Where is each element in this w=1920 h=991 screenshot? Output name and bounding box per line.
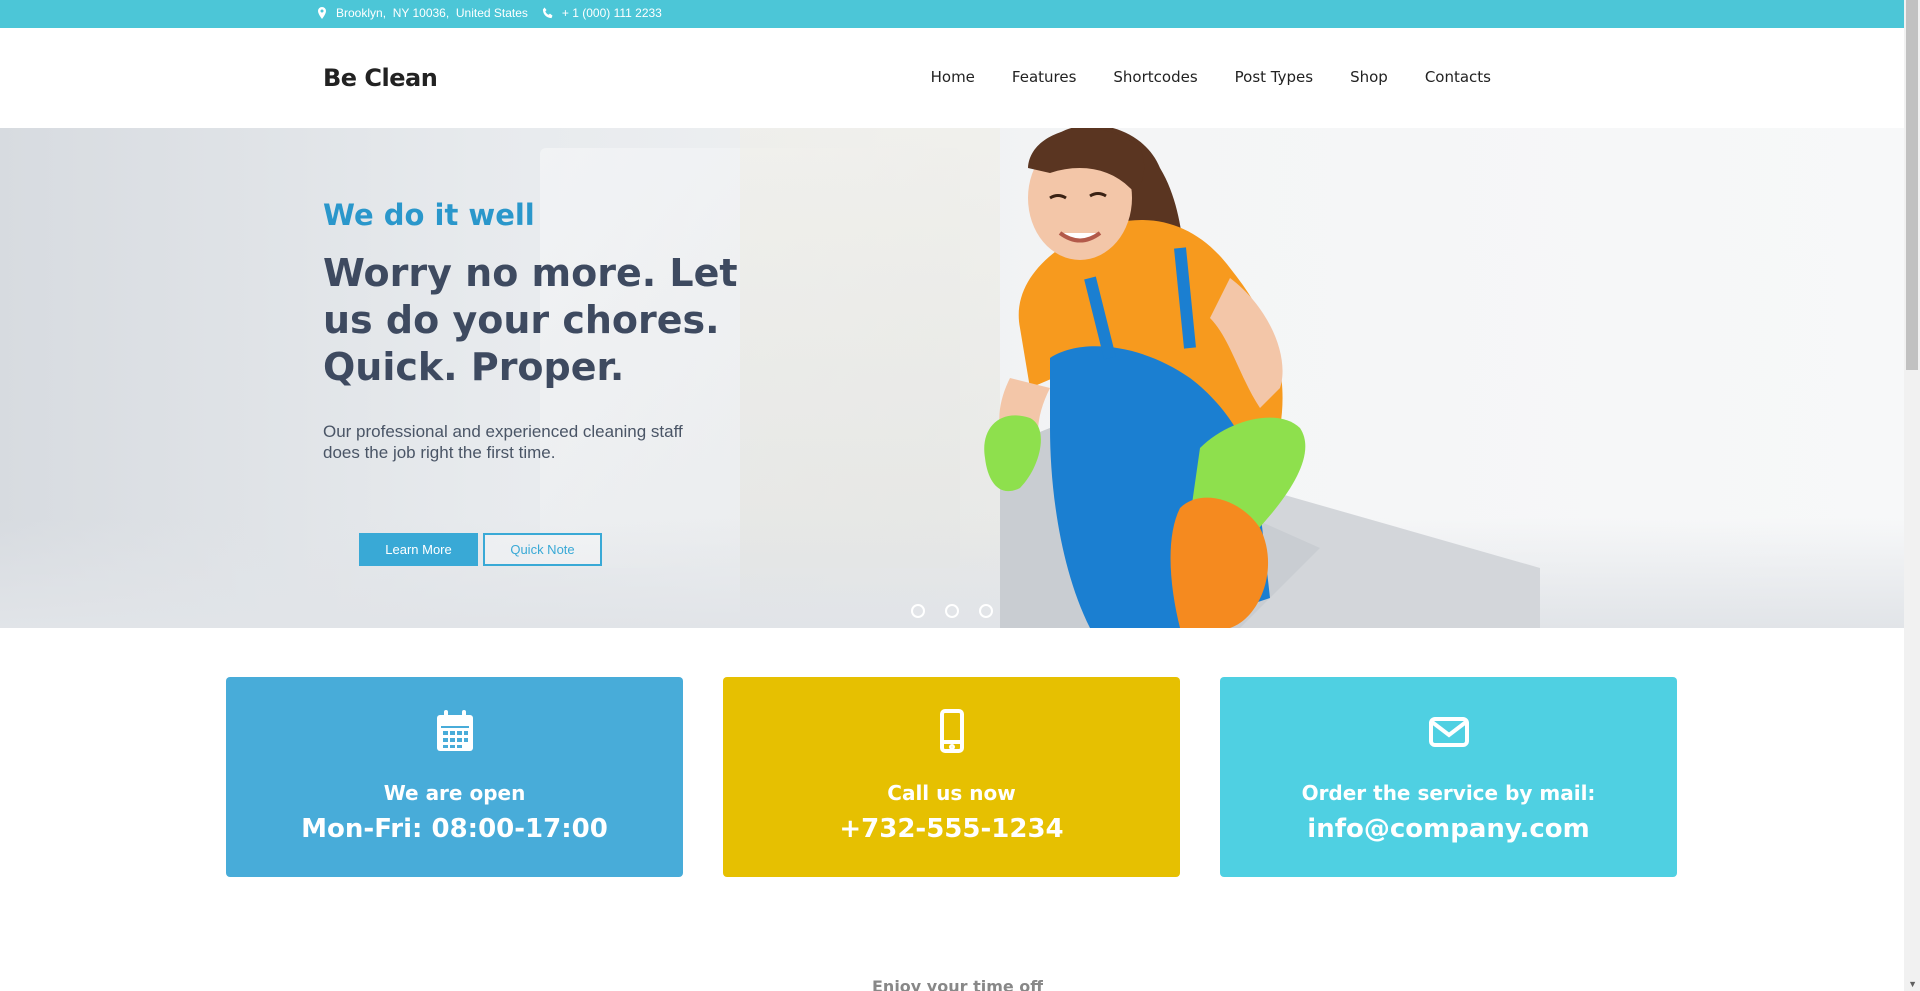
- hero-title: Worry no more. Let us do your chores. Qu…: [323, 251, 738, 389]
- map-pin-icon: [316, 7, 328, 19]
- email-value[interactable]: info@company.com: [1220, 814, 1677, 844]
- slider-dot-2[interactable]: [945, 604, 959, 618]
- nav-shortcodes[interactable]: Shortcodes: [1113, 68, 1197, 86]
- opening-hours-title: We are open: [383, 781, 526, 805]
- hero-description: Our professional and experienced cleanin…: [323, 422, 683, 462]
- nav-contacts[interactable]: Contacts: [1425, 68, 1491, 86]
- learn-more-button[interactable]: Learn More: [359, 533, 478, 566]
- quick-note-button[interactable]: Quick Note: [483, 533, 602, 566]
- main-nav: Home Features Shortcodes Post Types Shop…: [931, 68, 1491, 86]
- phone-text[interactable]: + 1 (000) 111 2233: [562, 6, 662, 20]
- site-logo[interactable]: Be Clean: [323, 64, 438, 92]
- site-header: Be Clean Home Features Shortcodes Post T…: [0, 28, 1904, 128]
- nav-shop[interactable]: Shop: [1350, 68, 1388, 86]
- opening-hours-value: Mon-Fri: 08:00-17:00: [301, 814, 608, 844]
- mobile-phone-icon: [931, 709, 973, 753]
- address-text: Brooklyn, NY 10036, United States: [336, 6, 528, 20]
- info-boxes: We are open Mon-Fri: 08:00-17:00 Call us…: [226, 677, 1677, 877]
- call-us-value[interactable]: +732-555-1234: [723, 814, 1180, 844]
- slider-dots: [911, 604, 993, 618]
- slider-dot-3[interactable]: [979, 604, 993, 618]
- nav-post-types[interactable]: Post Types: [1235, 68, 1313, 86]
- envelope-icon: [1428, 709, 1470, 753]
- cleaning-woman-image: [984, 128, 1540, 628]
- phone-icon: [542, 7, 554, 19]
- page-scrollbar[interactable]: ▼: [1904, 0, 1920, 991]
- email-title: Order the service by mail:: [1301, 781, 1596, 805]
- call-us-box: Call us now +732-555-1234: [723, 677, 1180, 877]
- opening-hours-box: We are open Mon-Fri: 08:00-17:00: [226, 677, 683, 877]
- call-us-title: Call us now: [887, 781, 1016, 805]
- email-box: Order the service by mail: info@company.…: [1220, 677, 1677, 877]
- hero-subtitle: We do it well: [323, 198, 535, 232]
- scroll-down-arrow-icon[interactable]: ▼: [1908, 979, 1917, 989]
- nav-features[interactable]: Features: [1012, 68, 1077, 86]
- top-bar: Brooklyn, NY 10036, United States + 1 (0…: [0, 0, 1904, 28]
- slider-dot-1[interactable]: [911, 604, 925, 618]
- hero-slider: We do it well Worry no more. Let us do y…: [0, 128, 1904, 628]
- calendar-icon: [434, 709, 476, 753]
- scrollbar-thumb[interactable]: [1906, 0, 1918, 370]
- section-heading-partial: Enjoy your time off: [872, 977, 1044, 991]
- nav-home[interactable]: Home: [931, 68, 975, 86]
